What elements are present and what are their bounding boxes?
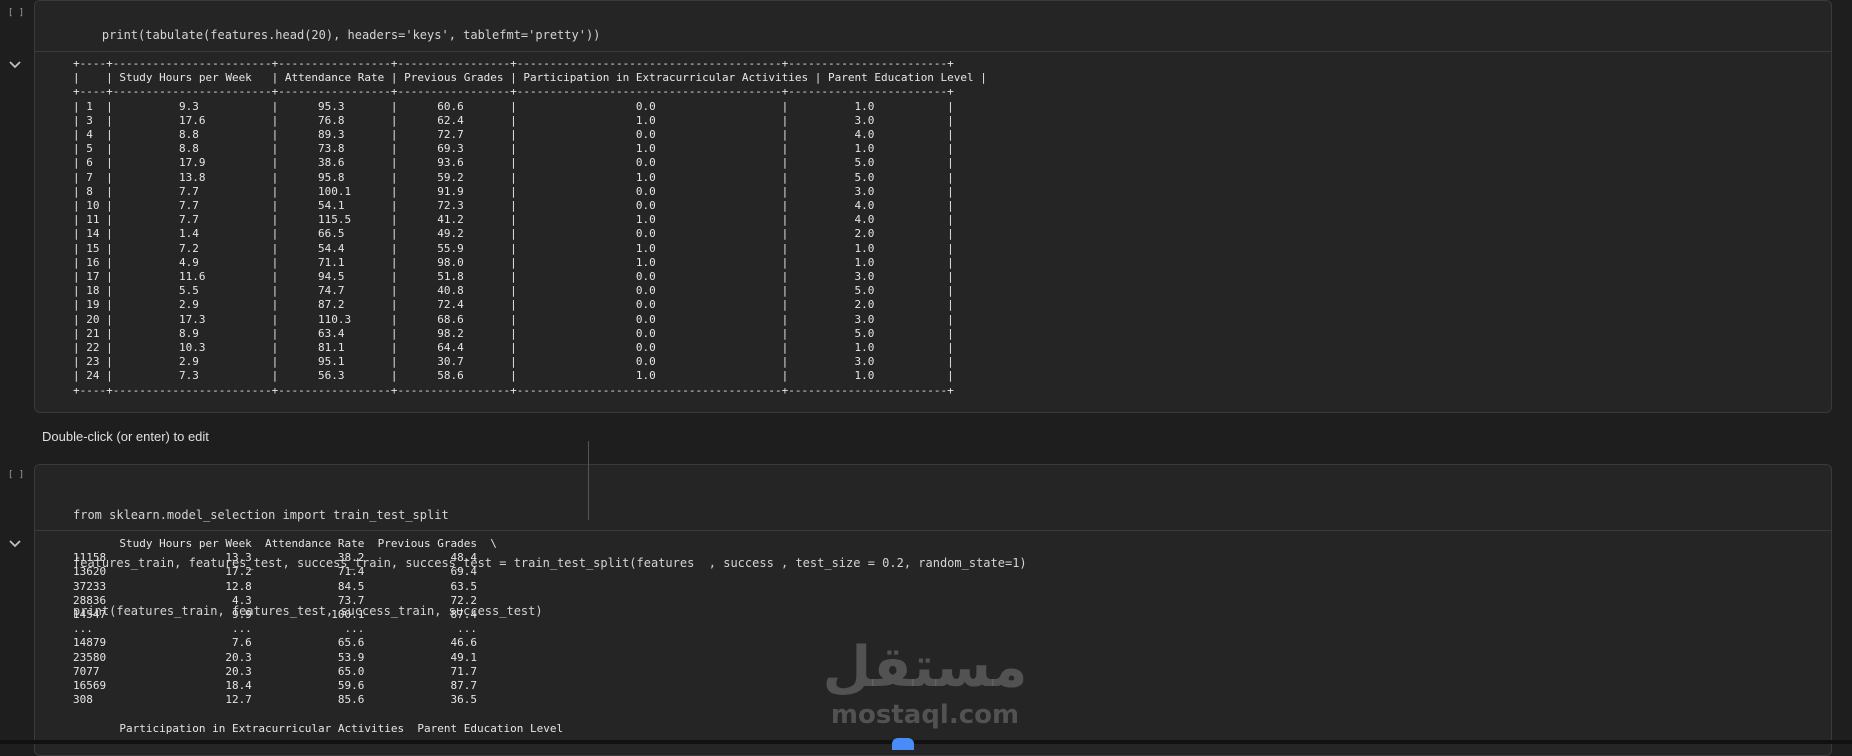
collapse-output-button[interactable] bbox=[5, 55, 25, 75]
watermark-latin: mostaql.com bbox=[830, 700, 1020, 730]
run-cell-button[interactable]: [ ] bbox=[5, 5, 27, 21]
bottom-bar bbox=[0, 740, 1852, 744]
watermark-arabic: مستقل bbox=[822, 635, 1028, 700]
code-line: from sklearn.model_selection import trai… bbox=[73, 508, 449, 522]
cell-output-table: +----+------------------------+---------… bbox=[73, 57, 987, 397]
collapse-output-button[interactable] bbox=[5, 534, 25, 554]
cell-divider bbox=[35, 530, 1831, 531]
chevron-down-icon bbox=[9, 61, 21, 69]
run-cell-button[interactable]: [ ] bbox=[5, 467, 27, 483]
code-line: print(tabulate(features.head(20), header… bbox=[101, 28, 601, 42]
code-cell-1[interactable]: [ ] print(tabulate(features.head(20), he… bbox=[8, 0, 1832, 413]
cell-divider bbox=[35, 51, 1831, 52]
cell-output-text: Study Hours per Week Attendance Rate Pre… bbox=[73, 537, 564, 735]
watermark: مستقل mostaql.com bbox=[820, 636, 1030, 732]
chevron-down-icon bbox=[9, 540, 21, 548]
markdown-placeholder[interactable]: Double-click (or enter) to edit bbox=[42, 429, 209, 444]
text-cursor bbox=[588, 441, 589, 520]
scroll-indicator[interactable] bbox=[892, 738, 914, 750]
